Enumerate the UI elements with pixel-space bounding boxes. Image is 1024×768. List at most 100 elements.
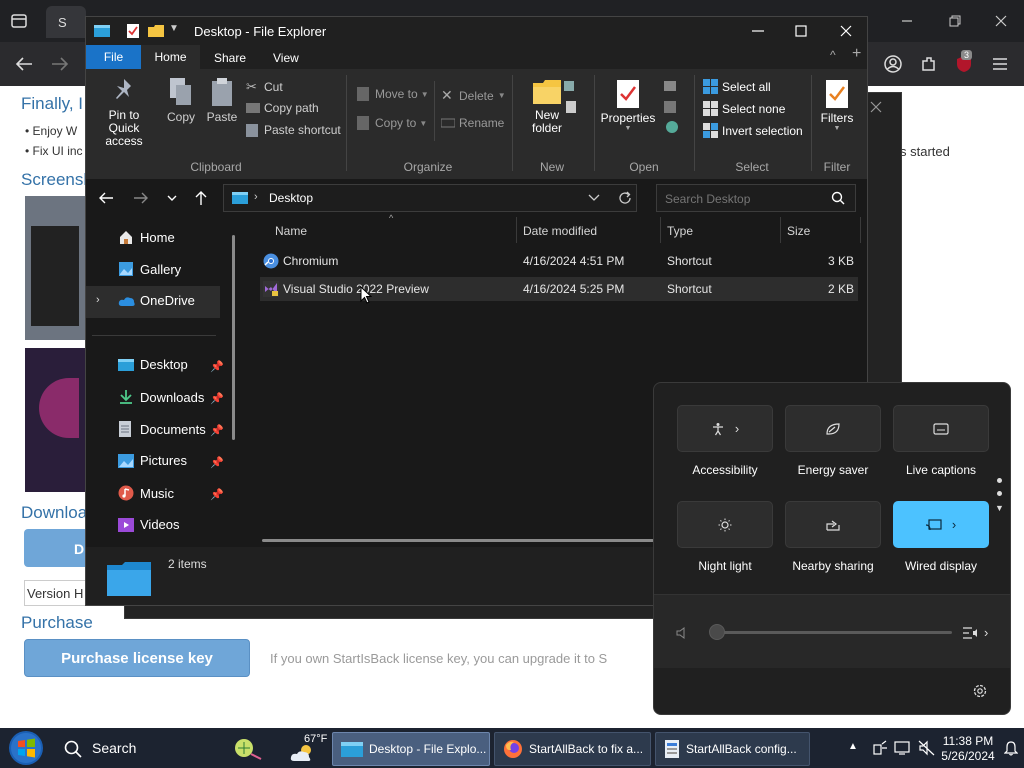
column-divider[interactable] (660, 217, 661, 243)
nav-item-home[interactable]: Home (118, 229, 175, 245)
tab-view[interactable]: View (273, 51, 299, 65)
table-row[interactable]: Visual Studio 2022 Preview 4/16/2024 5:2… (260, 277, 858, 301)
pin-quick-access-button[interactable]: Pin to Quick access (94, 77, 154, 148)
onedrive-expand-chevron-icon[interactable]: › (96, 294, 100, 306)
column-divider[interactable] (516, 217, 517, 243)
horizontal-scrollbar[interactable] (262, 539, 654, 542)
menu-icon[interactable] (990, 54, 1010, 74)
speaker-muted-icon[interactable] (676, 627, 688, 639)
taskbar-button-firefox[interactable]: StartAllBack to fix a... (494, 732, 651, 766)
tile-accessibility[interactable]: › (677, 405, 773, 452)
back-arrow-icon[interactable] (14, 55, 34, 73)
column-divider[interactable] (780, 217, 781, 243)
search-input[interactable] (663, 189, 827, 209)
column-header-date[interactable]: Date modified (523, 224, 597, 238)
tile-wired-display[interactable]: › (893, 501, 989, 548)
select-none-button[interactable]: Select none (703, 101, 785, 116)
close-icon[interactable] (992, 12, 1010, 30)
tab-home[interactable]: Home (141, 45, 200, 69)
new-item-icon[interactable] (562, 79, 582, 115)
address-bar[interactable]: › Desktop (223, 184, 637, 212)
properties-quick-icon[interactable] (126, 23, 140, 39)
pin-desktop-icon[interactable]: 📌 (210, 360, 224, 373)
search-icon[interactable] (831, 191, 845, 205)
taskbar-button-startallback[interactable]: StartAllBack config... (655, 732, 810, 766)
recent-locations-chevron-icon[interactable] (166, 193, 178, 203)
explorer-close-icon[interactable] (838, 23, 854, 39)
start-button[interactable] (8, 730, 44, 766)
copy-button[interactable]: Copy (163, 77, 199, 124)
volume-slider-thumb[interactable] (709, 624, 725, 640)
minimize-icon[interactable] (898, 12, 916, 30)
open-options-icon[interactable] (662, 79, 680, 135)
config-close-icon[interactable] (870, 101, 882, 113)
invert-selection-button[interactable]: Invert selection (703, 123, 803, 138)
page-down-icon[interactable]: ▼ (995, 503, 1004, 513)
nav-item-downloads[interactable]: Downloads (118, 389, 204, 405)
nav-forward-icon[interactable] (133, 191, 149, 205)
accessibility-chevron-icon[interactable]: › (735, 421, 739, 436)
tab-share[interactable]: Share (214, 51, 246, 65)
tile-nearby-sharing[interactable] (785, 501, 881, 548)
copy-path-button[interactable]: Copy path (246, 101, 319, 115)
properties-button[interactable]: Properties ▼ (600, 79, 656, 132)
show-hidden-icons-chevron-icon[interactable]: ▲ (848, 741, 858, 752)
nav-item-videos[interactable]: Videos (118, 517, 180, 532)
nav-item-onedrive[interactable]: OneDrive (118, 293, 195, 308)
settings-gear-icon[interactable] (972, 683, 988, 699)
column-header-size[interactable]: Size (787, 224, 810, 238)
pin-music-icon[interactable]: 📌 (210, 488, 224, 501)
restore-icon[interactable] (946, 12, 964, 30)
notification-bell-icon[interactable] (1004, 740, 1018, 756)
ribbon-collapse-icon[interactable]: ^ (830, 48, 836, 62)
tray-volume-muted-icon[interactable] (918, 740, 936, 756)
page-dot[interactable] (997, 478, 1002, 483)
paste-shortcut-button[interactable]: Paste shortcut (246, 123, 341, 137)
taskbar-button-explorer[interactable]: Desktop - File Explo... (332, 732, 490, 766)
download-button[interactable]: D (24, 529, 94, 567)
audio-output-icon[interactable] (962, 625, 980, 641)
browser-tab[interactable]: S (46, 6, 86, 38)
purchase-license-button[interactable]: Purchase license key (24, 639, 250, 677)
delete-button[interactable]: ✕ Delete ▼ (441, 87, 506, 104)
pin-downloads-icon[interactable]: 📌 (210, 392, 224, 405)
customize-quick-icon[interactable]: ▼ (169, 23, 179, 34)
nav-item-documents[interactable]: Documents (118, 421, 206, 437)
taskbar-search[interactable]: Search (54, 732, 262, 764)
address-dropdown-icon[interactable] (588, 194, 600, 202)
filters-button[interactable]: Filters ▼ (816, 79, 858, 132)
tile-energy-saver[interactable] (785, 405, 881, 452)
weather-widget[interactable]: 67°F (290, 732, 327, 764)
table-row[interactable]: Chromium 4/16/2024 4:51 PM Shortcut 3 KB (260, 249, 858, 273)
wired-display-chevron-icon[interactable]: › (952, 517, 956, 532)
screenshot-thumbnail-2[interactable] (25, 348, 87, 492)
pin-pictures-icon[interactable]: 📌 (210, 456, 224, 469)
extensions-icon[interactable] (919, 54, 939, 74)
nav-item-gallery[interactable]: Gallery (118, 261, 181, 277)
volume-slider-track[interactable] (718, 631, 952, 634)
rename-button[interactable]: Rename (441, 116, 504, 130)
page-dot[interactable] (997, 491, 1002, 496)
explorer-maximize-icon[interactable] (793, 23, 809, 39)
tray-display-icon[interactable] (894, 740, 912, 756)
tab-overview-icon[interactable] (10, 12, 28, 30)
column-divider[interactable] (860, 217, 861, 243)
refresh-icon[interactable] (618, 191, 632, 205)
tile-night-light[interactable] (677, 501, 773, 548)
tray-clock[interactable]: 11:38 PM 5/26/2024 (940, 732, 996, 766)
select-all-button[interactable]: Select all (703, 79, 771, 94)
new-folder-quick-icon[interactable] (148, 25, 164, 37)
column-header-type[interactable]: Type (667, 224, 693, 238)
nav-item-pictures[interactable]: Pictures (118, 453, 187, 468)
search-box[interactable] (656, 184, 856, 212)
audio-output-chevron-icon[interactable]: › (984, 625, 988, 640)
nav-item-desktop[interactable]: Desktop (118, 357, 188, 372)
screenshot-thumbnail-1[interactable] (25, 196, 87, 340)
nav-item-music[interactable]: Music (118, 485, 174, 501)
forward-arrow-icon[interactable] (50, 55, 70, 73)
nav-up-icon[interactable] (194, 190, 208, 206)
nav-back-icon[interactable] (98, 191, 114, 205)
explorer-minimize-icon[interactable] (750, 23, 766, 39)
nav-scrollbar[interactable] (232, 235, 235, 440)
tray-network-icon[interactable] (872, 740, 888, 756)
